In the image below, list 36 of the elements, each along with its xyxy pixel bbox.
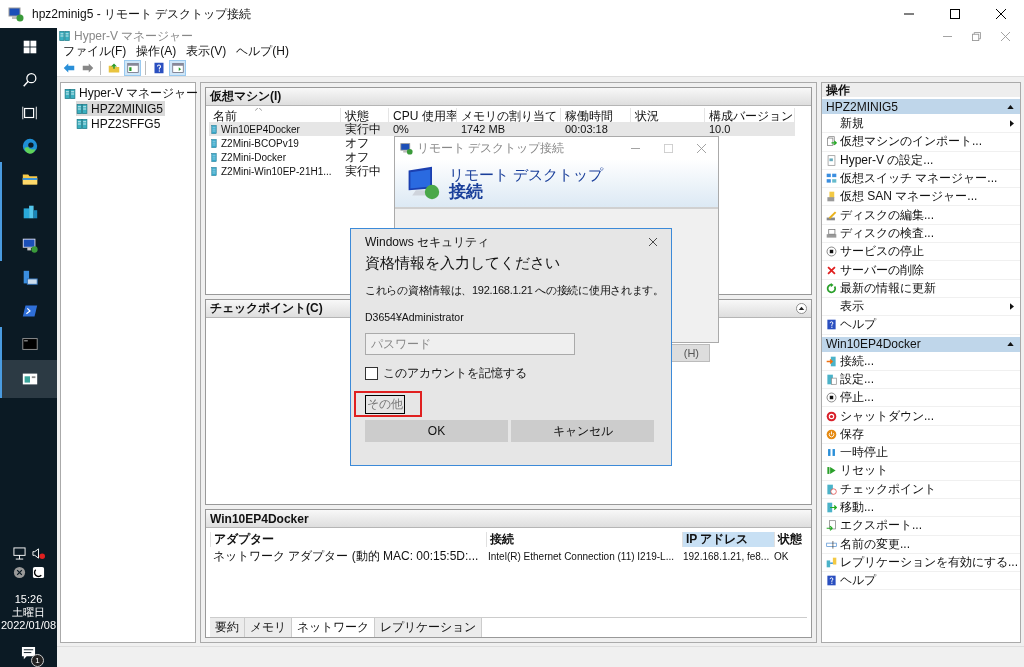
table-cell: OK [774,551,789,562]
table-cell: ネットワーク アダプター (動的 MAC: 00:15:5D:... [213,549,479,563]
table-cell: 1742 MB [461,123,506,135]
dialog-heading: 資格情報を入力してください [365,254,561,273]
section-title: HPZ2MINIG5 [826,99,898,114]
table-cell: Z2Mini-Docker [221,151,286,163]
pane-title: 操作 [826,81,850,99]
table-cell: Win10EP4Docker [221,123,300,135]
table-cell: 実行中 [345,121,381,136]
dialog-message: これらの資格情報は、192.168.1.21 への接続に使用されます。 [365,283,665,298]
section-title: Win10EP4Docker [826,337,921,352]
window-title: Hyper-V マネージャー [74,27,194,45]
table-cell: オフ [345,135,369,150]
panel-title: チェックポイント(C) [210,300,323,317]
panel-title: 仮想マシン(I) [210,88,282,105]
table-cell: Z2Mini-Win10EP-21H1... [221,165,332,177]
table-cell: 実行中 [345,163,381,178]
table-cell: Z2Mini-BCOPv19 [221,137,299,149]
clock-day: 土曜日 [12,606,45,619]
table-cell: 10.0 [709,123,731,135]
banner-subtitle: 接続 [449,183,484,200]
clock-time: 15:26 [14,593,43,606]
panel-title: Win10EP4Docker [210,511,309,526]
notification-count: 1 [31,654,44,667]
checkbox-label: このアカウントを記憶する [383,365,527,382]
table-cell: 192.168.1.21, fe8... [683,551,770,562]
window-title: hpz2minig5 - リモート デスクトップ接続 [32,5,252,23]
banner-title: リモート デスクトップ [449,166,604,183]
dialog-title: リモート デスクトップ接続 [417,139,565,157]
table-cell: 0% [393,123,409,135]
clock-date: 2022/01/08 [0,619,57,632]
table-cell: Intel(R) Ethernet Connection (11) I219-L... [488,551,675,562]
username-label: D3654¥Administrator [365,311,465,323]
table-cell: 00:03:18 [565,123,608,135]
table-cell: オフ [345,149,369,164]
dialog-title: Windows セキュリティ [365,233,489,251]
